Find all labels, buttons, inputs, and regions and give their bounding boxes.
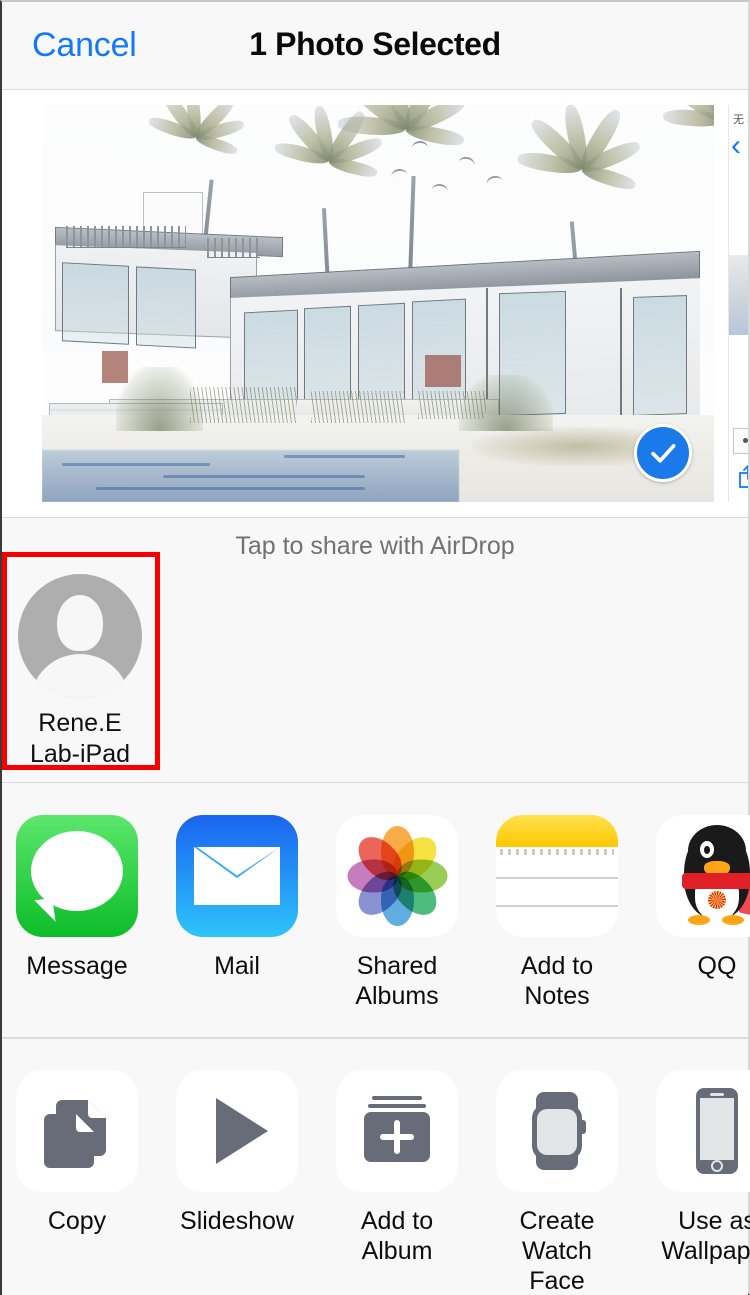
window-glass	[136, 266, 197, 349]
pool-reflection	[283, 455, 405, 459]
airdrop-contact-label: Rene.E Lab-iPad	[18, 708, 142, 769]
share-target-qq[interactable]: QQ	[656, 815, 750, 981]
share-target-add-to-notes[interactable]: Add to Notes	[496, 815, 618, 1011]
photos-app-icon	[336, 815, 458, 937]
window-mullion	[619, 287, 622, 423]
building-railing	[206, 237, 261, 258]
photo-preview-area: 无 SI ‹	[2, 90, 748, 518]
next-card-status-text: 无 SI	[733, 114, 748, 126]
action-label: Copy	[47, 1207, 107, 1235]
next-photo-card[interactable]: 无 SI ‹	[728, 105, 748, 502]
chevron-left-icon[interactable]: ‹	[731, 131, 741, 161]
share-actions-row: Copy Slideshow Add to Album Create Watch…	[2, 1038, 750, 1295]
share-target-message[interactable]: Message	[16, 815, 138, 981]
airdrop-contact-name-line1: Rene.E	[38, 709, 122, 737]
grass-tuft	[310, 390, 405, 423]
share-target-label: Add to Notes	[520, 952, 594, 1010]
airdrop-contact-rene-e-lab-ipad[interactable]: Rene.E Lab-iPad	[18, 574, 142, 769]
shrub	[458, 374, 553, 431]
copy-documents-icon	[16, 1070, 138, 1192]
action-label: Create Watch Face	[519, 1207, 595, 1295]
photo-selected-badge[interactable]	[634, 424, 692, 482]
mail-app-icon	[176, 815, 298, 937]
action-create-watch-face[interactable]: Create Watch Face	[496, 1070, 618, 1295]
pool-reflection	[162, 475, 365, 479]
window-glass	[633, 294, 688, 416]
share-icon[interactable]	[737, 463, 748, 494]
page-title: 1 Photo Selected	[249, 26, 501, 62]
apple-watch-icon	[496, 1070, 618, 1192]
action-slideshow[interactable]: Slideshow	[176, 1070, 298, 1236]
bird-silhouette	[411, 140, 428, 148]
selected-photo-card[interactable]	[42, 105, 714, 502]
window-glass	[62, 262, 130, 345]
share-apps-track[interactable]: Message Mail Shared Albums Add to Notes …	[16, 783, 750, 1037]
accent-panel	[425, 354, 462, 387]
action-copy[interactable]: Copy	[16, 1070, 138, 1236]
grass-tuft	[189, 386, 298, 423]
next-card-photo	[729, 255, 748, 335]
share-target-label: Message	[26, 952, 128, 980]
airdrop-section: Tap to share with AirDrop Rene.E Lab-iPa…	[2, 518, 748, 783]
add-to-album-icon	[336, 1070, 458, 1192]
share-apps-row: Message Mail Shared Albums Add to Notes …	[2, 783, 750, 1038]
action-label: Use as Wallpaper	[661, 1207, 750, 1265]
action-add-to-album[interactable]: Add to Album	[336, 1070, 458, 1266]
qq-app-icon	[656, 815, 750, 937]
notes-app-icon	[496, 815, 618, 937]
share-actions-track[interactable]: Copy Slideshow Add to Album Create Watch…	[16, 1038, 750, 1295]
share-target-label: QQ	[697, 952, 737, 980]
avatar-shoulders	[30, 654, 130, 698]
iphone-icon	[656, 1070, 750, 1192]
share-target-label: Mail	[214, 952, 260, 980]
pool-reflection	[95, 487, 365, 491]
checkmark-icon	[651, 444, 676, 463]
share-sheet-screen: Cancel 1 Photo Selected 无 ‹ Tap to share…	[0, 0, 750, 1295]
share-target-mail[interactable]: Mail	[176, 815, 298, 981]
share-target-label: Shared Albums	[355, 952, 439, 1010]
play-triangle-icon	[176, 1070, 298, 1192]
action-label: Add to Album	[360, 1207, 434, 1265]
pool-reflection	[62, 463, 210, 467]
shrub	[115, 367, 204, 431]
building-railing	[65, 226, 187, 248]
next-card-thumbnail[interactable]	[733, 428, 748, 454]
messages-app-icon	[16, 815, 138, 937]
airdrop-contact-name-line2: Lab-iPad	[29, 739, 131, 768]
avatar-head	[57, 595, 103, 652]
airdrop-hint-text: Tap to share with AirDrop	[235, 532, 515, 560]
share-sheet-header: Cancel 1 Photo Selected	[2, 2, 748, 90]
action-label: Slideshow	[180, 1207, 294, 1235]
action-use-as-wallpaper[interactable]: Use as Wallpaper	[656, 1070, 750, 1266]
photo-sketch-artwork	[42, 105, 714, 502]
person-silhouette-icon	[18, 574, 142, 698]
share-target-shared-albums[interactable]: Shared Albums	[336, 815, 458, 1011]
